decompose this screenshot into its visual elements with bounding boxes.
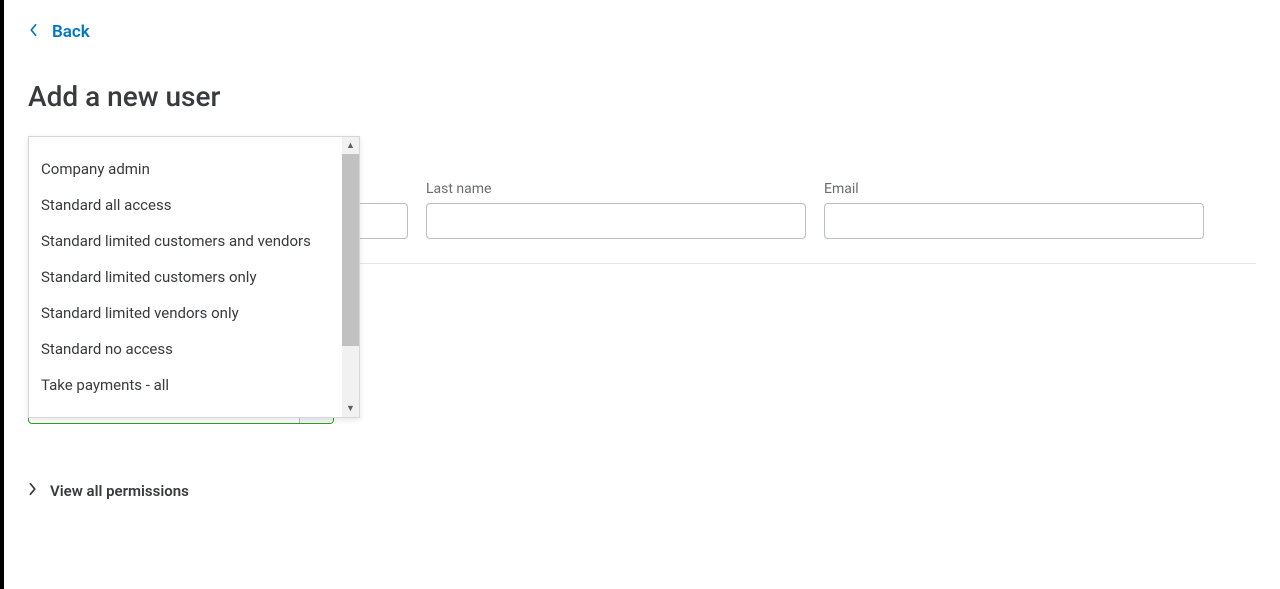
scroll-thumb[interactable] — [342, 154, 359, 346]
back-label: Back — [52, 22, 90, 42]
role-option[interactable]: Standard limited vendors only — [29, 295, 342, 331]
role-option[interactable]: Take payments - all — [29, 367, 342, 403]
chevron-left-icon — [28, 22, 38, 42]
back-button[interactable]: Back — [28, 22, 90, 42]
page-title: Add a new user — [28, 80, 1256, 113]
scroll-up-arrow-icon[interactable]: ▲ — [342, 137, 359, 154]
email-label: Email — [824, 181, 1204, 197]
role-dropdown: Company admin Standard all access Standa… — [28, 136, 360, 418]
role-dropdown-list: Company admin Standard all access Standa… — [29, 137, 342, 417]
role-option[interactable]: Company admin — [29, 151, 342, 187]
scroll-track[interactable] — [342, 154, 359, 400]
role-option[interactable]: Standard limited customers and vendors — [29, 223, 342, 259]
last-name-label: Last name — [426, 181, 806, 197]
email-input[interactable] — [824, 203, 1204, 239]
role-option[interactable]: Standard no access — [29, 331, 342, 367]
view-all-permissions-label: View all permissions — [50, 482, 189, 500]
role-option[interactable]: Standard all access — [29, 187, 342, 223]
role-option[interactable]: Standard limited customers only — [29, 259, 342, 295]
scroll-down-arrow-icon[interactable]: ▼ — [342, 400, 359, 417]
chevron-right-icon — [28, 482, 38, 500]
last-name-input[interactable] — [426, 203, 806, 239]
view-all-permissions-toggle[interactable]: View all permissions — [28, 482, 189, 500]
dropdown-scrollbar[interactable]: ▲ ▼ — [342, 137, 359, 417]
